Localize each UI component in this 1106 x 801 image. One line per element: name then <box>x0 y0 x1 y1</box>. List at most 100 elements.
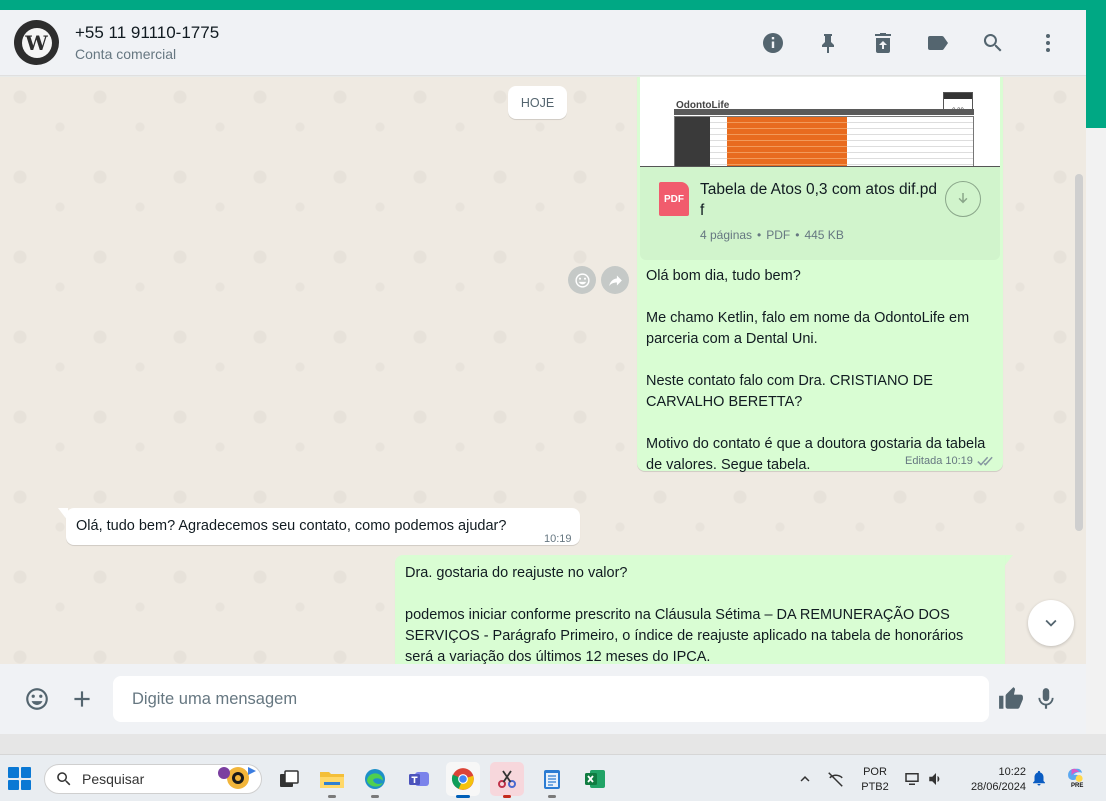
emoji-icon <box>574 272 590 288</box>
document-message-bubble[interactable]: OdontoLife 0,30 PDF Tabela de Atos 0,3 c… <box>637 77 1003 473</box>
edge-icon <box>365 769 385 789</box>
right-accent <box>1086 10 1106 128</box>
label-icon[interactable] <box>920 26 956 60</box>
emoji-button[interactable] <box>21 683 53 715</box>
message-line: Neste contato falo com Dra. CRISTIANO DE… <box>646 373 933 410</box>
teams-icon <box>409 772 429 786</box>
message-line <box>646 413 996 434</box>
tray-overflow-button[interactable] <box>796 770 814 793</box>
preview-table-col <box>727 117 847 166</box>
taskbar-snipping-tool[interactable] <box>490 762 524 798</box>
voice-button[interactable] <box>1030 683 1062 715</box>
contact-subtitle: Conta comercial <box>75 46 177 62</box>
delete-icon[interactable] <box>865 26 901 60</box>
message-text: Olá bom dia, tudo bem? Me chamo Ketlin, f… <box>646 266 996 476</box>
document-name: Tabela de Atos 0,3 com atos dif.pdf <box>700 181 937 219</box>
header-actions <box>736 26 1066 60</box>
clock-date: 28/06/2024 <box>970 781 1026 793</box>
chat-scrollbar[interactable] <box>1075 174 1083 531</box>
info-icon[interactable] <box>755 26 791 60</box>
bell-icon <box>1033 770 1045 786</box>
tray-notifications[interactable] <box>1030 769 1048 792</box>
message-line: Me chamo Ketlin, falo em nome da OdontoL… <box>646 310 970 347</box>
preview-table <box>674 116 974 166</box>
message-time: 10:19 <box>544 533 572 545</box>
taskbar-edge[interactable] <box>358 762 392 798</box>
document-type: PDF <box>766 228 791 242</box>
dot-separator: • <box>757 228 762 242</box>
document-file-card[interactable]: PDF Tabela de Atos 0,3 com atos dif.pdf … <box>640 167 1000 260</box>
date-chip: HOJE <box>508 86 567 119</box>
windows-taskbar: Pesquisar POR PTB2 10:22 28/06/2024 PRE <box>0 754 1106 801</box>
composer-bar <box>0 664 1086 734</box>
taskbar-chrome[interactable] <box>446 762 480 798</box>
download-icon <box>958 193 968 204</box>
like-button[interactable] <box>995 683 1027 715</box>
message-line: podemos iniciar conforme prescrito na Cl… <box>405 607 964 664</box>
copilot-badge: PRE <box>1071 783 1084 789</box>
tray-language[interactable]: POR PTB2 <box>858 765 892 795</box>
taskbar-teams[interactable] <box>402 762 436 796</box>
tray-network[interactable] <box>827 770 845 793</box>
outgoing-message-bubble[interactable]: Dra. gostaria do reajuste no valor? podem… <box>395 555 1005 664</box>
forward-icon <box>608 275 622 286</box>
message-meta: Editada 10:19 <box>905 451 993 472</box>
taskbar-notepad[interactable] <box>535 762 569 798</box>
taskbar-task-view[interactable] <box>272 762 306 796</box>
chevron-down-icon <box>1045 619 1057 627</box>
document-size: 445 KB <box>804 228 844 242</box>
microphone-icon <box>1038 688 1054 709</box>
folder-icon <box>320 772 344 788</box>
message-input[interactable] <box>113 676 989 722</box>
chat-header: W +55 11 91110-1775 Conta comercial <box>0 10 1086 76</box>
scroll-down-button[interactable] <box>1028 600 1074 646</box>
plus-icon <box>74 691 90 707</box>
tray-display[interactable] <box>903 770 921 793</box>
message-text: Olá, tudo bem? Agradecemos seu contato, … <box>76 518 507 534</box>
tray-volume[interactable] <box>927 770 945 793</box>
right-window-edge <box>1086 10 1106 744</box>
no-network-icon <box>828 772 843 787</box>
search-icon[interactable] <box>975 26 1011 60</box>
running-indicator <box>548 795 556 798</box>
message-line <box>646 350 996 371</box>
chat-area[interactable]: HOJE OdontoLife 0,30 PDF Tabela de Atos … <box>0 77 1086 664</box>
search-placeholder: Pesquisar <box>82 771 145 787</box>
forward-button[interactable] <box>601 266 629 294</box>
tray-copilot[interactable]: PRE <box>1062 766 1088 790</box>
search-highlight-icon <box>218 767 256 789</box>
attach-button[interactable] <box>66 683 98 715</box>
menu-icon[interactable] <box>1030 26 1066 60</box>
window-accent-strip <box>0 0 1106 10</box>
message-actions <box>568 266 634 294</box>
window-gap <box>0 734 1106 754</box>
search-icon <box>57 772 71 786</box>
dot-separator: • <box>795 228 800 242</box>
message-line: Dra. gostaria do reajuste no valor? <box>405 565 628 581</box>
taskbar-file-explorer[interactable] <box>315 762 349 798</box>
message-line: Olá bom dia, tudo bem? <box>646 268 801 284</box>
pin-icon[interactable] <box>810 26 846 60</box>
incoming-message-bubble[interactable]: Olá, tudo bem? Agradecemos seu contato, … <box>66 508 580 545</box>
clock-time: 10:22 <box>998 766 1026 778</box>
avatar-letter: W <box>21 27 52 58</box>
message-line <box>646 287 996 308</box>
message-line <box>405 584 995 605</box>
avatar[interactable]: W <box>14 20 59 65</box>
contact-info[interactable]: +55 11 91110-1775 Conta comercial <box>75 23 219 62</box>
taskbar-excel[interactable] <box>578 762 612 796</box>
scissors-icon <box>498 770 516 788</box>
start-button[interactable] <box>8 767 31 790</box>
chevron-up-icon <box>800 776 810 782</box>
document-preview[interactable]: OdontoLife 0,30 <box>640 77 1000 167</box>
tray-clock[interactable]: 10:22 28/06/2024 <box>960 765 1026 795</box>
document-meta: 4 páginas • PDF • 445 KB <box>700 225 844 246</box>
download-button[interactable] <box>945 181 981 217</box>
chrome-icon <box>451 768 474 790</box>
pdf-icon: PDF <box>659 182 689 216</box>
react-button[interactable] <box>568 266 596 294</box>
running-indicator <box>456 795 470 798</box>
speaker-icon <box>929 773 940 785</box>
message-time: Editada 10:19 <box>905 455 973 467</box>
monitor-icon <box>905 773 919 785</box>
